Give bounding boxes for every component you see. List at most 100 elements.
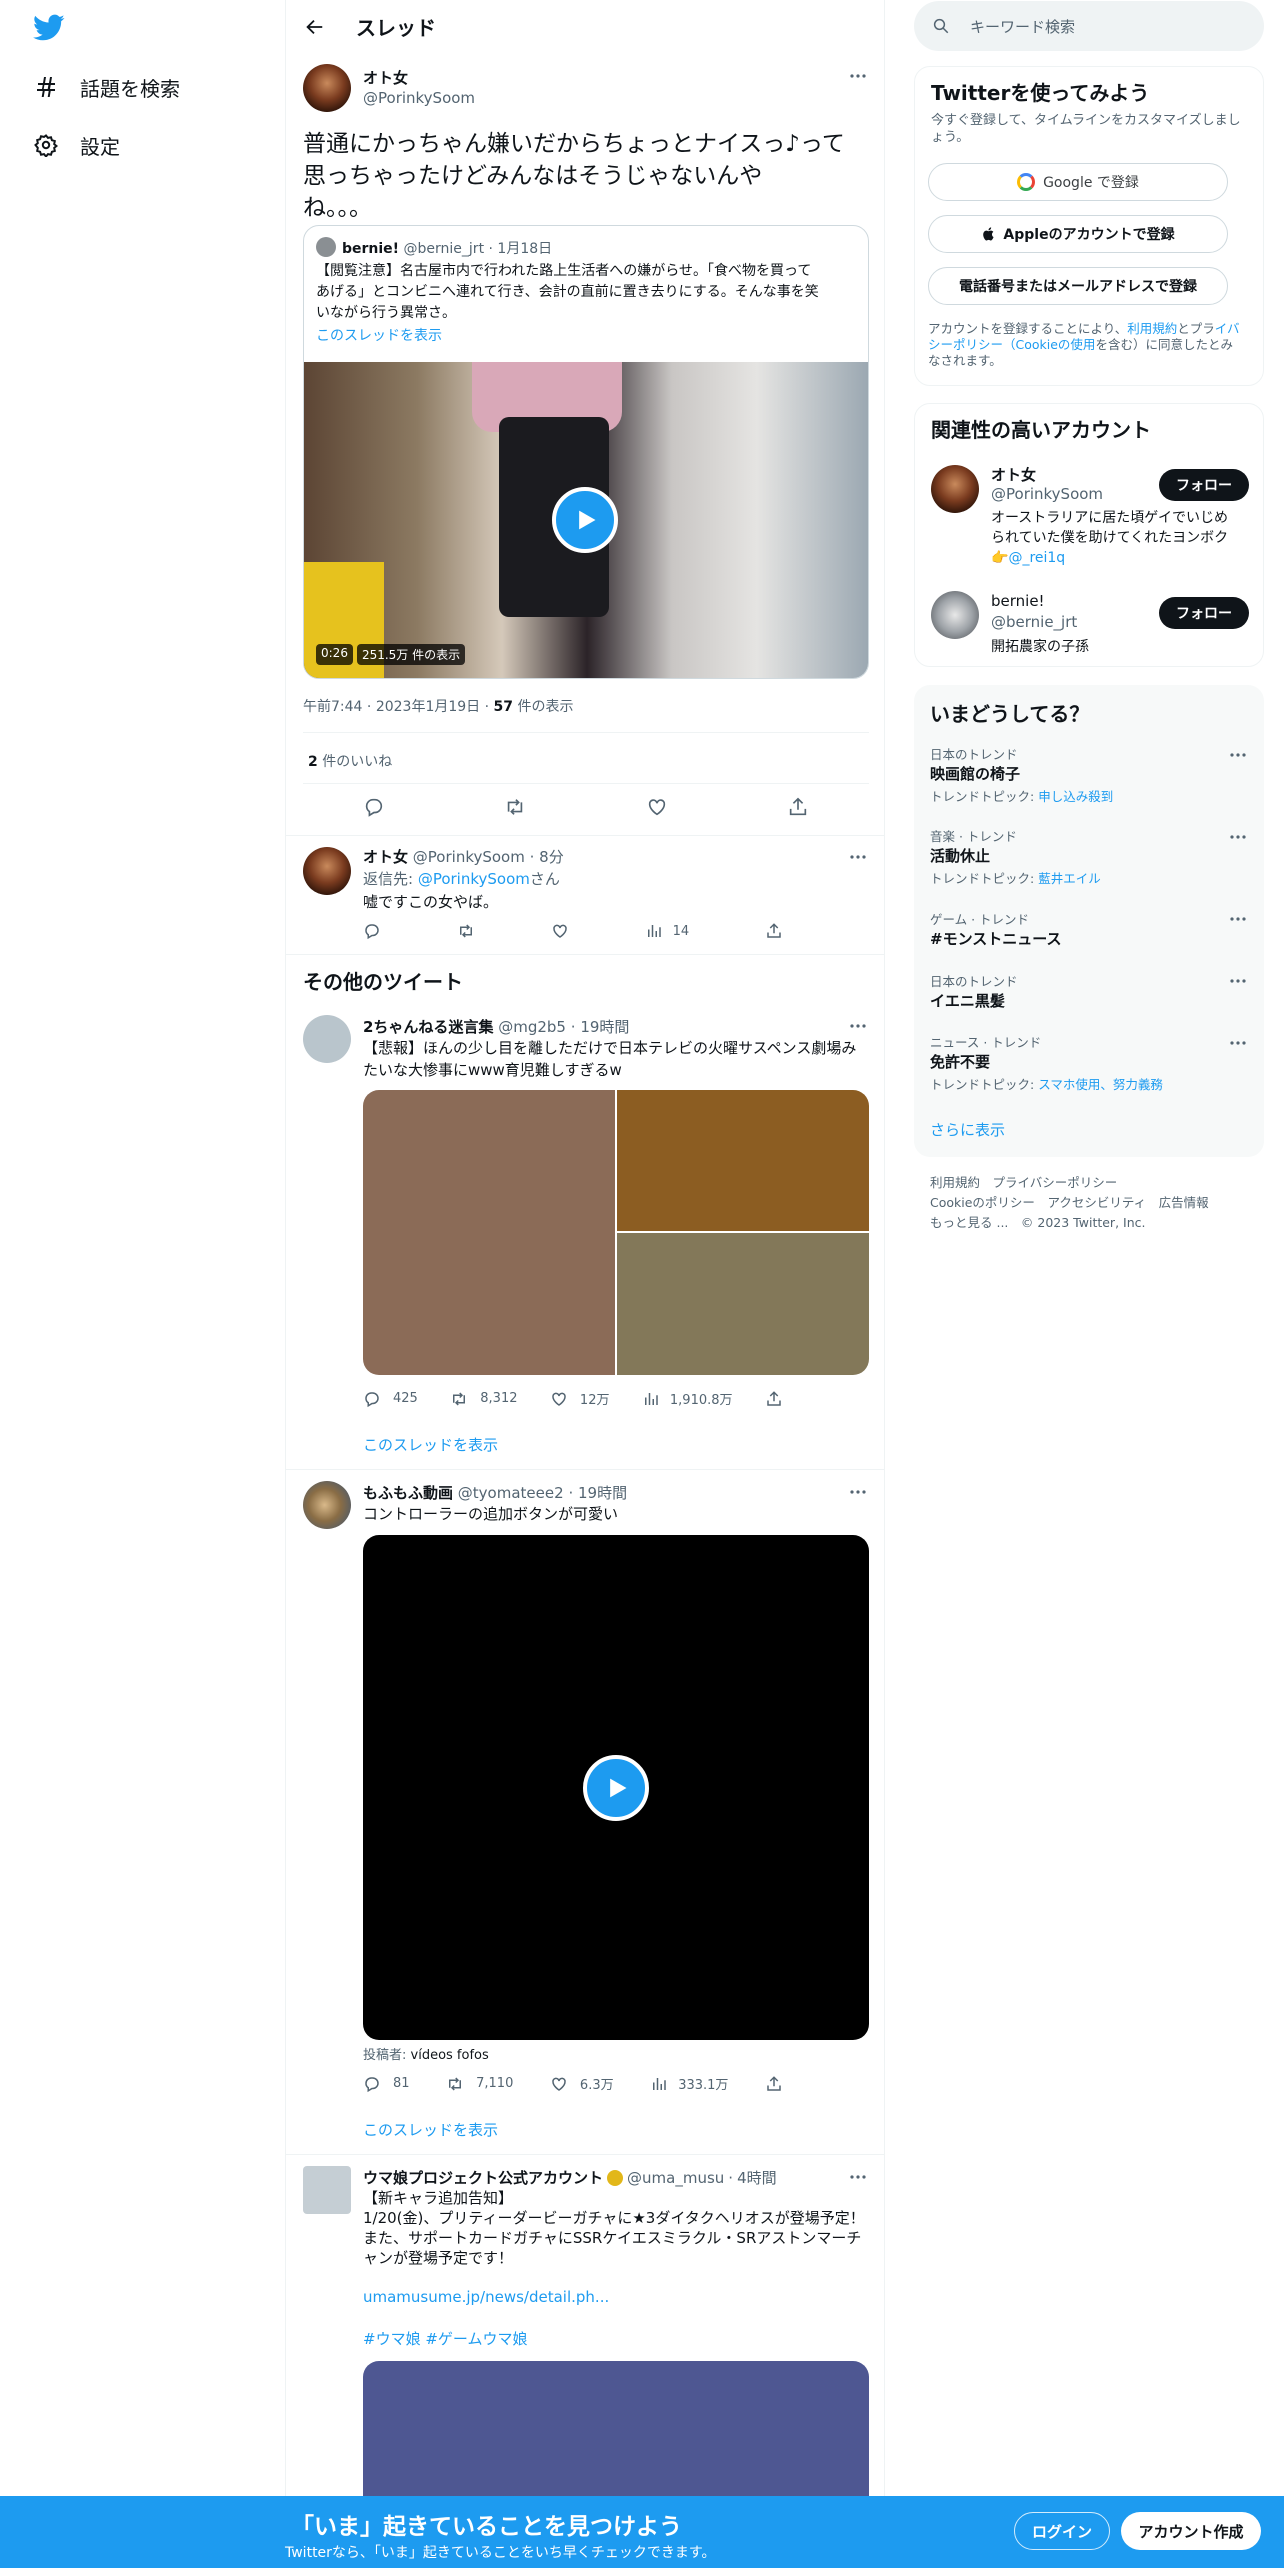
reply-author-handle[interactable]: @PorinkySoom xyxy=(413,848,525,866)
trend-item[interactable]: イエニ黒髪 xyxy=(930,990,1005,1011)
trend-topic-link[interactable]: 申し込み殺到 xyxy=(1038,789,1113,804)
likes-summary[interactable]: 2 件のいいね xyxy=(308,751,392,771)
account-avatar[interactable] xyxy=(931,465,979,513)
tweet-avatar[interactable] xyxy=(303,2166,351,2214)
account-handle[interactable]: @PorinkySoom xyxy=(991,485,1103,503)
reply-icon[interactable] xyxy=(363,796,385,818)
footer-privacy-link[interactable]: プライバシーポリシー xyxy=(993,1175,1118,1190)
tweet-time[interactable]: 4時間 xyxy=(737,2167,777,2188)
more-options-icon[interactable] xyxy=(848,847,868,867)
show-thread-link[interactable]: このスレッドを表示 xyxy=(363,2119,498,2140)
login-button[interactable]: ログイン xyxy=(1014,2512,1110,2550)
media-grid[interactable] xyxy=(363,1090,869,1375)
footer-cookie-link[interactable]: Cookieのポリシー xyxy=(930,1195,1035,1210)
tweet-author-handle[interactable]: @tyomateee2 xyxy=(458,1484,564,1502)
show-thread-link[interactable]: このスレッドを表示 xyxy=(363,1434,498,1455)
share-icon[interactable] xyxy=(787,796,809,818)
play-button[interactable] xyxy=(552,487,618,553)
account-handle[interactable]: @bernie_jrt xyxy=(991,613,1077,631)
retweet-icon[interactable] xyxy=(504,796,526,818)
show-more-trends-link[interactable]: さらに表示 xyxy=(930,1119,1005,1140)
reply-icon[interactable] xyxy=(363,922,381,940)
more-options-icon[interactable] xyxy=(1228,745,1248,765)
search-input[interactable]: キーワード検索 xyxy=(970,16,1075,37)
tweet-time[interactable]: 19時間 xyxy=(580,1018,629,1036)
account-name[interactable]: オト女 xyxy=(991,464,1036,485)
share-icon[interactable] xyxy=(765,2075,783,2093)
footer-more-link[interactable]: もっと見る ... xyxy=(930,1215,1008,1230)
like-action[interactable]: 12万 xyxy=(550,1389,609,1408)
account-avatar[interactable] xyxy=(931,591,979,639)
google-signup-button[interactable]: Google で登録 xyxy=(928,163,1228,201)
more-options-icon[interactable] xyxy=(848,66,868,86)
reply-author-name[interactable]: オト女 xyxy=(363,848,408,866)
quoted-tweet[interactable]: bernie! @bernie_jrt · 1月18日 【閲覧注意】名古屋市内で… xyxy=(303,225,869,679)
footer-terms-link[interactable]: 利用規約 xyxy=(930,1175,980,1190)
more-options-icon[interactable] xyxy=(848,2167,868,2187)
trend-item[interactable]: 映画館の椅子 xyxy=(930,763,1020,784)
reply-avatar[interactable] xyxy=(303,847,351,895)
tweet-author-name[interactable]: ウマ娘プロジェクト公式アカウント xyxy=(363,2167,603,2188)
tweet-author-name[interactable]: もふもふ動画 xyxy=(363,1484,453,1502)
video-thumbnail[interactable]: 0:26 251.5万 件の表示 xyxy=(304,362,868,678)
retweet-action[interactable]: 7,110 xyxy=(446,2075,513,2093)
views-action[interactable]: 333.1万 xyxy=(650,2074,728,2093)
tweet-avatar[interactable] xyxy=(303,1015,351,1063)
back-arrow-icon[interactable] xyxy=(303,16,325,38)
author-handle[interactable]: @PorinkySoom xyxy=(363,89,475,107)
trend-item[interactable]: 免許不要 xyxy=(930,1051,990,1072)
media-image[interactable] xyxy=(617,1090,869,1231)
apple-signup-button[interactable]: Appleのアカウントで登録 xyxy=(928,215,1228,253)
footer-ads-link[interactable]: 広告情報 xyxy=(1159,1195,1209,1210)
account-name[interactable]: bernie! xyxy=(991,592,1045,610)
author-name[interactable]: オト女 xyxy=(363,67,408,88)
share-icon[interactable] xyxy=(765,1390,783,1408)
search-box[interactable]: キーワード検索 xyxy=(914,1,1264,51)
tweet-time[interactable]: 午前7:44 xyxy=(303,699,362,715)
trend-topic-link[interactable]: スマホ使用、努力義務 xyxy=(1038,1077,1163,1092)
phone-email-signup-button[interactable]: 電話番号またはメールアドレスで登録 xyxy=(928,267,1228,305)
quoted-show-thread-link[interactable]: このスレッドを表示 xyxy=(316,325,442,345)
nav-explore[interactable]: 話題を検索 xyxy=(34,67,180,107)
bio-mention-link[interactable]: @_rei1q xyxy=(1008,550,1065,566)
share-icon[interactable] xyxy=(765,922,783,940)
follow-button[interactable]: フォロー xyxy=(1159,597,1249,629)
follow-button[interactable]: フォロー xyxy=(1159,469,1249,501)
media-image[interactable] xyxy=(617,1233,869,1375)
tweet-author-name[interactable]: 2ちゃんねる迷言集 xyxy=(363,1018,493,1036)
retweet-icon[interactable] xyxy=(457,922,475,940)
like-icon[interactable] xyxy=(646,796,668,818)
reply-action[interactable]: 81 xyxy=(363,2075,410,2093)
trend-item[interactable]: #モンストニュース xyxy=(930,928,1062,949)
terms-link[interactable]: 利用規約 xyxy=(1127,321,1177,336)
trend-topic-link[interactable]: 藍井エイル xyxy=(1038,871,1101,886)
video-player[interactable] xyxy=(363,1535,869,2040)
reply-action[interactable]: 425 xyxy=(363,1390,418,1408)
more-options-icon[interactable] xyxy=(1228,827,1248,847)
tweet-avatar[interactable] xyxy=(303,1481,351,1529)
views-action[interactable]: 14 xyxy=(645,922,689,940)
media-image[interactable] xyxy=(363,1090,615,1375)
reply-time[interactable]: 8分 xyxy=(539,848,564,866)
media-image[interactable] xyxy=(363,2361,869,2496)
views-action[interactable]: 1,910.8万 xyxy=(642,1389,733,1408)
more-options-icon[interactable] xyxy=(1228,971,1248,991)
retweet-action[interactable]: 8,312 xyxy=(450,1390,517,1408)
more-options-icon[interactable] xyxy=(848,1016,868,1036)
footer-accessibility-link[interactable]: アクセシビリティ xyxy=(1047,1195,1146,1210)
twitter-logo-icon[interactable] xyxy=(33,14,65,42)
avatar[interactable] xyxy=(303,64,351,112)
tweet-link[interactable]: umamusume.jp/news/detail.ph... xyxy=(363,2288,609,2306)
tweet-hashtags[interactable]: #ウマ娘 #ゲームウマ娘 xyxy=(363,2328,527,2349)
like-action[interactable]: 6.3万 xyxy=(550,2074,614,2093)
more-options-icon[interactable] xyxy=(1228,1033,1248,1053)
trend-item[interactable]: 活動休止 xyxy=(930,845,990,866)
like-icon[interactable] xyxy=(551,922,569,940)
poster-name[interactable]: vídeos fofos xyxy=(411,2048,489,2063)
tweet-date[interactable]: 2023年1月19日 xyxy=(376,699,480,715)
tweet-time[interactable]: 19時間 xyxy=(578,1484,627,1502)
tweet-author-handle[interactable]: @mg2b5 xyxy=(498,1018,566,1036)
reply-to-handle-link[interactable]: @PorinkySoom xyxy=(418,870,530,888)
more-options-icon[interactable] xyxy=(1228,909,1248,929)
tweet-author-handle[interactable]: @uma_musu xyxy=(627,2169,724,2187)
